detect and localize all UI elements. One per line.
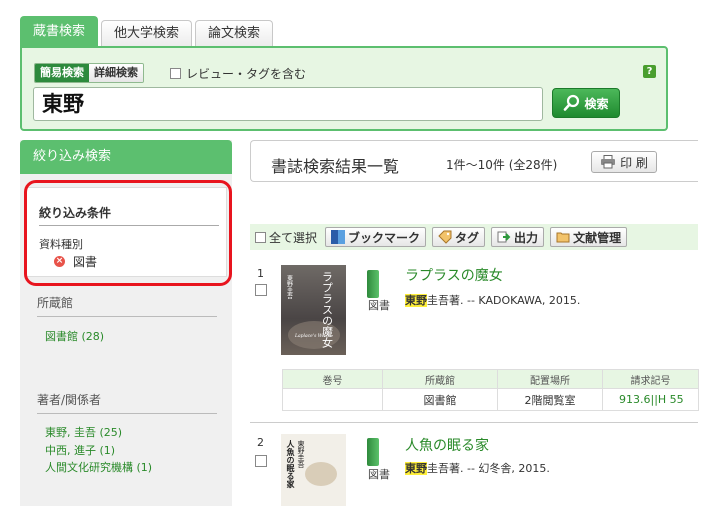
result-title-link[interactable]: ラプラスの魔女 bbox=[405, 265, 503, 285]
author-publisher-text: 圭吾著. -- 幻冬舎, 2015. bbox=[427, 462, 550, 475]
bookmark-button[interactable]: ブックマーク bbox=[325, 227, 427, 247]
search-mode-toggle: 簡易検索 詳細検索 bbox=[34, 63, 144, 83]
result-number: 2 bbox=[257, 436, 264, 449]
result-author-publisher: 東野圭吾著. -- 幻冬舎, 2015. bbox=[405, 460, 550, 476]
select-all-option[interactable]: 全て選択 bbox=[255, 229, 317, 246]
results-toolbar: 全て選択 ブックマーク タグ 出力 文献管理 bbox=[250, 224, 698, 250]
authors-facet-item[interactable]: 中西, 進子 (1) bbox=[45, 442, 115, 458]
advanced-search-toggle[interactable]: 詳細検索 bbox=[89, 64, 143, 82]
authors-facet-item[interactable]: 東野, 圭吾 (25) bbox=[45, 424, 122, 440]
holdings-facet-title: 所蔵館 bbox=[37, 296, 74, 310]
holdings-facet-divider bbox=[37, 316, 217, 317]
search-button-label: 検索 bbox=[584, 96, 609, 111]
authors-facet-divider bbox=[37, 413, 217, 414]
book-cover-image[interactable]: 東野圭吾 ラプラスの魔女 Laplace's Witch bbox=[281, 265, 346, 355]
author-publisher-text: 圭吾著. -- KADOKAWA, 2015. bbox=[427, 294, 581, 307]
bookmark-button-label: ブックマーク bbox=[348, 230, 421, 245]
tab-other-university-search[interactable]: 他大学検索 bbox=[101, 20, 193, 46]
highlight-outline bbox=[24, 180, 232, 286]
table-cell bbox=[282, 388, 383, 411]
tab-collection-search[interactable]: 蔵書検索 bbox=[20, 16, 99, 46]
review-tag-label: レビュー・タグを含む bbox=[186, 67, 307, 81]
result-author-publisher: 東野圭吾著. -- KADOKAWA, 2015. bbox=[405, 292, 580, 308]
reference-manager-button-label: 文献管理 bbox=[573, 230, 622, 245]
review-tag-checkbox[interactable] bbox=[170, 68, 181, 79]
table-row: 図書館 2階閲覧室 913.6||H 55 bbox=[282, 388, 699, 411]
search-term-highlight: 東野 bbox=[405, 462, 427, 475]
review-tag-option[interactable]: レビュー・タグを含む bbox=[170, 65, 306, 82]
results-header: 書誌検索結果一覧 1件～10件 (全28件) 印 刷 bbox=[250, 140, 698, 182]
results-count: 1件～10件 (全28件) bbox=[446, 158, 558, 172]
table-cell: 2階閲覧室 bbox=[497, 388, 603, 411]
material-type: 図書 bbox=[368, 468, 390, 481]
magnifier-icon bbox=[564, 94, 580, 111]
print-button-label: 印 刷 bbox=[620, 155, 648, 170]
cover-title: 人魚の眠る家 bbox=[285, 439, 296, 489]
authors-facet-title: 著者/関係者 bbox=[37, 393, 102, 407]
tag-button-label: タグ bbox=[455, 230, 480, 245]
results-title: 書誌検索結果一覧 bbox=[271, 157, 400, 176]
select-all-checkbox[interactable] bbox=[255, 231, 266, 243]
table-cell: 図書館 bbox=[382, 388, 498, 411]
help-icon[interactable]: ? bbox=[643, 65, 656, 78]
filter-sidebar-header: 絞り込み検索 bbox=[20, 140, 232, 174]
result-title-link[interactable]: 人魚の眠る家 bbox=[405, 435, 489, 455]
material-type: 図書 bbox=[368, 299, 390, 312]
select-all-label: 全て選択 bbox=[269, 230, 318, 245]
holdings-table: 巻号 所蔵館 配置場所 請求記号 図書館 2階閲覧室 913.6||H 55 bbox=[282, 369, 699, 411]
tag-icon bbox=[438, 230, 452, 244]
column-header: 配置場所 bbox=[497, 369, 603, 389]
book-type-icon bbox=[367, 270, 379, 298]
holdings-facet-item[interactable]: 図書館 (28) bbox=[45, 328, 104, 344]
authors-facet-item[interactable]: 人間文化研究機構 (1) bbox=[45, 459, 152, 475]
column-header: 巻号 bbox=[282, 369, 383, 389]
simple-search-toggle[interactable]: 簡易検索 bbox=[35, 64, 89, 82]
cover-author: 東野圭吾 bbox=[286, 274, 293, 300]
result-number: 1 bbox=[257, 267, 264, 280]
search-input[interactable]: 東野 bbox=[33, 87, 543, 121]
bookmark-icon bbox=[331, 230, 346, 244]
call-number-link[interactable]: 913.6||H 55 bbox=[602, 388, 699, 411]
result-checkbox[interactable] bbox=[255, 284, 267, 296]
column-header: 請求記号 bbox=[602, 369, 699, 389]
column-header: 所蔵館 bbox=[382, 369, 498, 389]
print-button[interactable]: 印 刷 bbox=[591, 151, 657, 173]
tab-article-search[interactable]: 論文検索 bbox=[195, 20, 274, 46]
search-term-highlight: 東野 bbox=[405, 294, 427, 307]
cover-author: 東野圭吾 bbox=[297, 439, 305, 469]
printer-icon bbox=[601, 155, 616, 169]
book-cover-image[interactable]: 東野圭吾 人魚の眠る家 bbox=[281, 434, 346, 506]
result-checkbox[interactable] bbox=[255, 455, 267, 467]
cover-subtitle: Laplace's Witch bbox=[294, 333, 331, 339]
output-button[interactable]: 出力 bbox=[491, 227, 545, 247]
search-panel: 簡易検索 詳細検索 レビュー・タグを含む ? 東野 検索 bbox=[20, 46, 668, 131]
folder-icon bbox=[556, 232, 570, 243]
book-type-icon bbox=[367, 438, 379, 466]
search-button[interactable]: 検索 bbox=[552, 88, 620, 118]
result-divider bbox=[250, 422, 698, 423]
reference-manager-button[interactable]: 文献管理 bbox=[550, 227, 628, 247]
export-icon bbox=[497, 231, 511, 243]
search-tabs: 蔵書検索 他大学検索 論文検索 bbox=[20, 16, 276, 46]
tag-button[interactable]: タグ bbox=[432, 227, 486, 247]
output-button-label: 出力 bbox=[514, 230, 539, 245]
